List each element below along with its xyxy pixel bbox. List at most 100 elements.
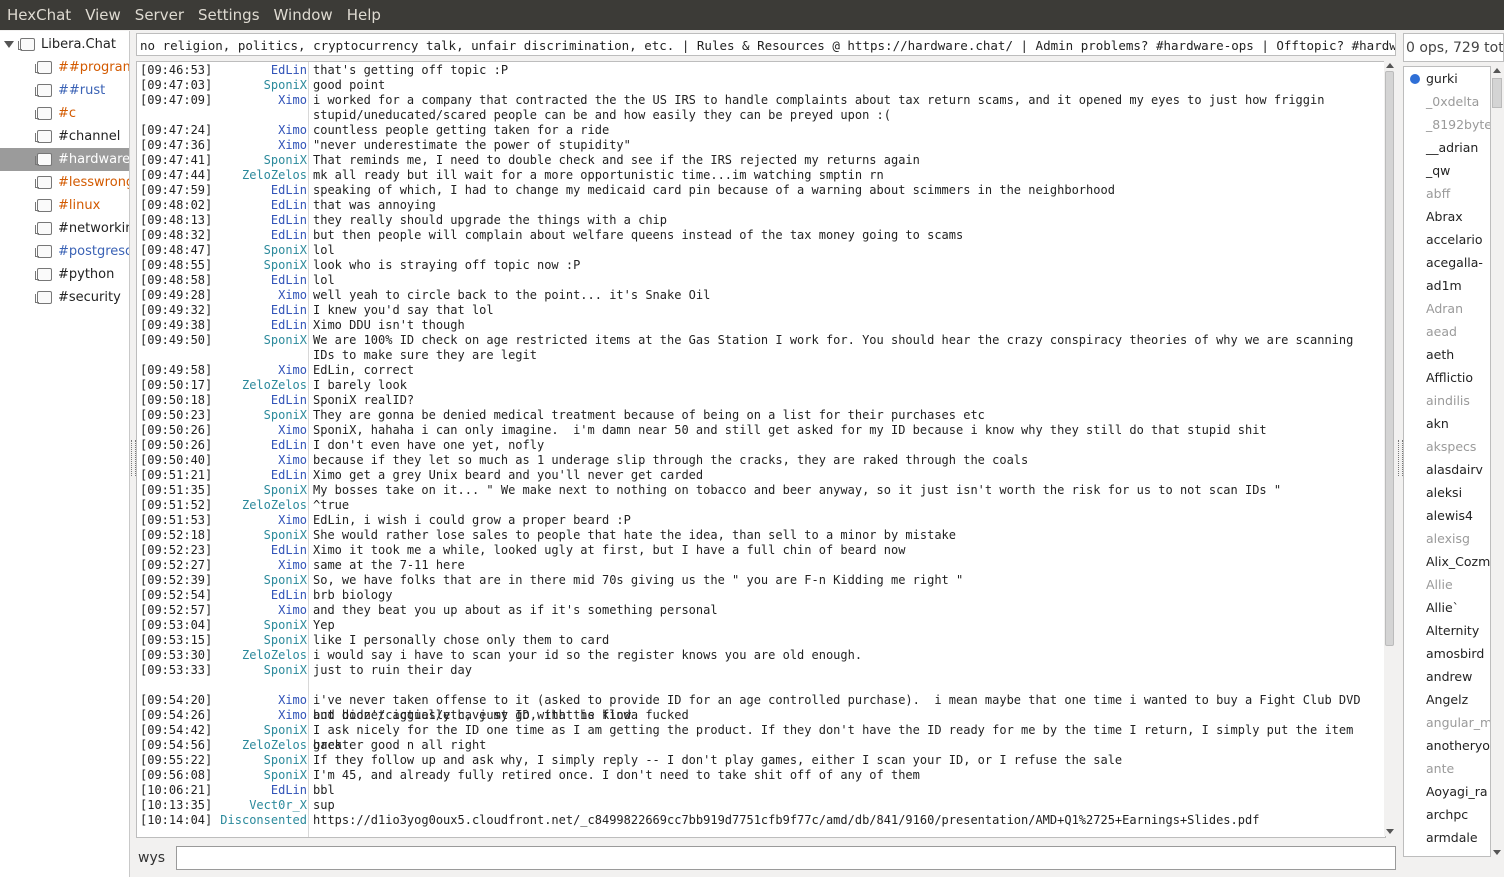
- menu-hexchat[interactable]: HexChat: [0, 0, 78, 30]
- channel-item-hardware[interactable]: #hardware: [0, 148, 129, 171]
- nick[interactable]: SponiX: [264, 408, 307, 422]
- nick[interactable]: EdLin: [271, 468, 307, 482]
- nick[interactable]: SponiX: [264, 663, 307, 677]
- nick[interactable]: ZeloZelos: [242, 498, 307, 512]
- scroll-up-arrow-icon[interactable]: [1386, 63, 1394, 68]
- chat-scrollbar[interactable]: [1384, 61, 1396, 836]
- user-item[interactable]: aleksi: [1426, 485, 1462, 500]
- user-item[interactable]: ante: [1426, 761, 1454, 776]
- user-item[interactable]: andrew: [1426, 669, 1472, 684]
- user-item[interactable]: Allie`: [1426, 600, 1459, 615]
- user-item[interactable]: accelario: [1426, 232, 1483, 247]
- user-item[interactable]: Allie: [1426, 577, 1453, 592]
- user-item[interactable]: abff: [1426, 186, 1450, 201]
- nick[interactable]: SponiX: [264, 243, 307, 257]
- nick[interactable]: EdLin: [271, 438, 307, 452]
- nick[interactable]: ZeloZelos: [242, 168, 307, 182]
- user-item[interactable]: alewis4: [1426, 508, 1473, 523]
- user-item[interactable]: ad1m: [1426, 278, 1462, 293]
- nick[interactable]: EdLin: [271, 543, 307, 557]
- nick[interactable]: EdLin: [271, 63, 307, 77]
- menu-server[interactable]: Server: [128, 0, 191, 30]
- nick[interactable]: SponiX: [264, 333, 307, 347]
- nick-button[interactable]: wys: [138, 850, 165, 866]
- nick[interactable]: SponiX: [264, 483, 307, 497]
- user-item[interactable]: aeth: [1426, 347, 1454, 362]
- user-item[interactable]: Abrax: [1426, 209, 1463, 224]
- nick[interactable]: Ximo: [278, 603, 307, 617]
- nick[interactable]: EdLin: [271, 228, 307, 242]
- channel-item-python[interactable]: #python: [0, 263, 129, 286]
- nick[interactable]: EdLin: [271, 198, 307, 212]
- nick[interactable]: Ximo: [278, 453, 307, 467]
- nick[interactable]: SponiX: [264, 78, 307, 92]
- nick[interactable]: SponiX: [264, 723, 307, 737]
- chat-log[interactable]: [09:46:53] EdLin that's getting off topic …: [136, 61, 1386, 838]
- nick[interactable]: SponiX: [264, 528, 307, 542]
- user-item[interactable]: akspecs: [1426, 439, 1476, 454]
- user-item[interactable]: gurki: [1426, 71, 1458, 86]
- channel-item-c[interactable]: #c: [0, 102, 129, 125]
- scroll-down-arrow-icon[interactable]: [1493, 850, 1501, 855]
- topic-bar[interactable]: no religion, politics, cryptocurrency ta…: [136, 33, 1396, 56]
- user-item[interactable]: _0xdelta: [1426, 94, 1479, 109]
- user-item[interactable]: aead: [1426, 324, 1457, 339]
- scroll-down-arrow-icon[interactable]: [1386, 829, 1394, 834]
- channel-item-linux[interactable]: #linux: [0, 194, 129, 217]
- message-input[interactable]: [176, 846, 1396, 870]
- menu-window[interactable]: Window: [267, 0, 340, 30]
- nick[interactable]: Ximo: [278, 558, 307, 572]
- user-item[interactable]: amosbird: [1426, 646, 1484, 661]
- nick[interactable]: SponiX: [264, 258, 307, 272]
- nick[interactable]: SponiX: [264, 618, 307, 632]
- nick[interactable]: Ximo: [278, 423, 307, 437]
- pane-grip-left[interactable]: [131, 440, 136, 476]
- user-item[interactable]: _qw: [1426, 163, 1450, 178]
- nick[interactable]: Ximo: [278, 693, 307, 707]
- channel-item-lesswrong[interactable]: #lesswrong: [0, 171, 129, 194]
- nick[interactable]: ZeloZelos: [242, 378, 307, 392]
- user-item[interactable]: akn: [1426, 416, 1449, 431]
- user-item[interactable]: Afflictio: [1426, 370, 1473, 385]
- channel-item-programm[interactable]: ##programm: [0, 56, 129, 79]
- user-item[interactable]: aindilis: [1426, 393, 1470, 408]
- channel-item-security[interactable]: #security: [0, 286, 129, 309]
- user-item[interactable]: _8192byte: [1426, 117, 1490, 132]
- chat-scroll-thumb[interactable]: [1385, 71, 1394, 646]
- network-node-libera[interactable]: Libera.Chat: [0, 33, 129, 55]
- nick[interactable]: SponiX: [264, 633, 307, 647]
- user-item[interactable]: armdale: [1426, 830, 1478, 845]
- nick[interactable]: SponiX: [264, 153, 307, 167]
- nick[interactable]: Ximo: [278, 363, 307, 377]
- user-list[interactable]: gurki _0xdelta _8192byte __adrian _qw abff Abr…: [1403, 66, 1491, 857]
- nick[interactable]: EdLin: [271, 318, 307, 332]
- user-item[interactable]: angular_m: [1426, 715, 1490, 730]
- nick[interactable]: EdLin: [271, 303, 307, 317]
- userlist-scrollbar[interactable]: [1491, 66, 1504, 857]
- user-item[interactable]: alexisg: [1426, 531, 1470, 546]
- nick[interactable]: Disconsented: [220, 813, 307, 827]
- userlist-scroll-thumb[interactable]: [1492, 78, 1502, 108]
- user-item[interactable]: archpc: [1426, 807, 1468, 822]
- nick[interactable]: SponiX: [264, 753, 307, 767]
- nick[interactable]: EdLin: [271, 783, 307, 797]
- user-item[interactable]: anotheryo: [1426, 738, 1490, 753]
- channel-item-postgresq[interactable]: #postgresq: [0, 240, 129, 263]
- user-item[interactable]: alasdairv: [1426, 462, 1483, 477]
- expand-arrow-icon[interactable]: [4, 40, 14, 48]
- channel-item-networkin[interactable]: #networkin: [0, 217, 129, 240]
- nick[interactable]: Ximo: [278, 708, 307, 722]
- nick[interactable]: Ximo: [278, 513, 307, 527]
- channel-item-channel[interactable]: #channel: [0, 125, 129, 148]
- user-item[interactable]: Alternity: [1426, 623, 1479, 638]
- nick[interactable]: EdLin: [271, 588, 307, 602]
- nick[interactable]: Vect0r_X: [249, 798, 307, 812]
- nick[interactable]: Ximo: [278, 93, 307, 107]
- nick[interactable]: Ximo: [278, 123, 307, 137]
- user-item[interactable]: Aoyagi_ra: [1426, 784, 1488, 799]
- nick[interactable]: EdLin: [271, 213, 307, 227]
- nick[interactable]: SponiX: [264, 768, 307, 782]
- scroll-up-arrow-icon[interactable]: [1493, 68, 1501, 73]
- user-item[interactable]: Alix_Cozm: [1426, 554, 1490, 569]
- nick[interactable]: SponiX: [264, 573, 307, 587]
